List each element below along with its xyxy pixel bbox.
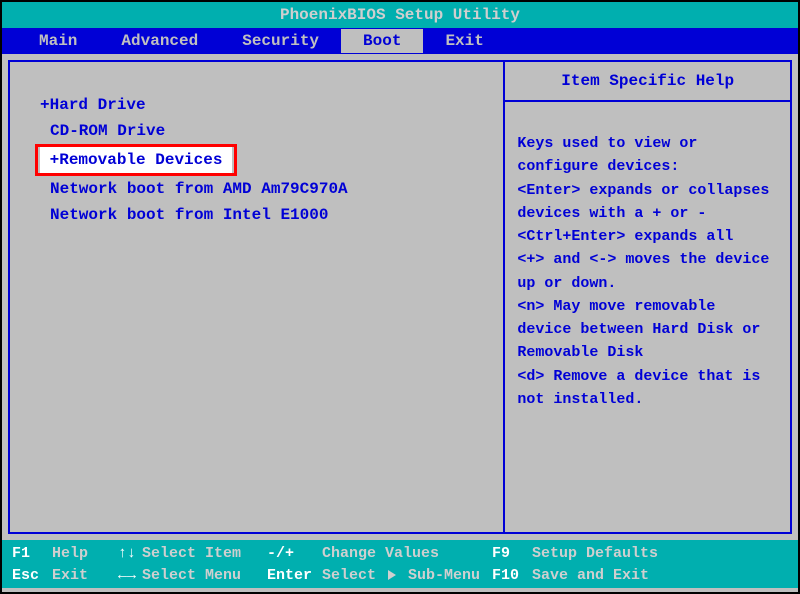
label-save-exit: Save and Exit: [532, 567, 649, 584]
app-title: PhoenixBIOS Setup Utility: [280, 6, 520, 24]
key-enter: Enter: [267, 567, 322, 584]
label-setup-defaults: Setup Defaults: [532, 545, 658, 562]
menu-boot[interactable]: Boot: [341, 29, 423, 53]
bios-frame: PhoenixBIOS Setup Utility Main Advanced …: [2, 2, 798, 592]
help-text: Keys used to view or configure devices: …: [505, 102, 790, 423]
menu-bar: Main Advanced Security Boot Exit: [2, 28, 798, 54]
key-esc: Esc: [12, 567, 52, 584]
key-plusminus: -/+: [267, 545, 322, 562]
help-title: Item Specific Help: [505, 62, 790, 102]
highlight-box: +Removable Devices: [35, 144, 237, 176]
menu-security[interactable]: Security: [220, 32, 341, 50]
bios-screen: PhoenixBIOS Setup Utility Main Advanced …: [0, 0, 800, 594]
label-help: Help: [52, 545, 112, 562]
footer-row-1: F1 Help ↑↓ Select Item -/+ Change Values…: [12, 542, 788, 564]
key-f1: F1: [12, 545, 52, 562]
boot-item-removable-wrapper: +Removable Devices: [40, 144, 495, 176]
boot-order-panel: +Hard Drive CD-ROM Drive +Removable Devi…: [8, 60, 504, 534]
boot-item-network-intel[interactable]: Network boot from Intel E1000: [40, 202, 495, 228]
triangle-right-icon: [388, 570, 396, 580]
label-select-item: Select Item: [142, 545, 267, 562]
help-panel: Item Specific Help Keys used to view or …: [504, 60, 792, 534]
menu-advanced[interactable]: Advanced: [99, 32, 220, 50]
key-f9: F9: [492, 545, 532, 562]
menu-exit[interactable]: Exit: [423, 32, 505, 50]
label-change-values: Change Values: [322, 545, 492, 562]
label-select-submenu: Select Sub-Menu: [322, 567, 492, 584]
boot-item-removable[interactable]: +Removable Devices: [40, 147, 232, 173]
menu-main[interactable]: Main: [17, 32, 99, 50]
label-exit: Exit: [52, 567, 112, 584]
footer-row-2: Esc Exit ←→ Select Menu Enter Select Sub…: [12, 564, 788, 586]
key-f10: F10: [492, 567, 532, 584]
arrows-leftright-icon: ←→: [112, 567, 142, 584]
arrows-updown-icon: ↑↓: [112, 545, 142, 562]
title-bar: PhoenixBIOS Setup Utility: [2, 2, 798, 28]
boot-item-cdrom[interactable]: CD-ROM Drive: [40, 118, 495, 144]
boot-item-hard-drive[interactable]: +Hard Drive: [40, 92, 495, 118]
label-select-menu: Select Menu: [142, 567, 267, 584]
footer-bar: F1 Help ↑↓ Select Item -/+ Change Values…: [2, 540, 798, 588]
boot-item-network-amd[interactable]: Network boot from AMD Am79C970A: [40, 176, 495, 202]
main-area: +Hard Drive CD-ROM Drive +Removable Devi…: [2, 54, 798, 540]
